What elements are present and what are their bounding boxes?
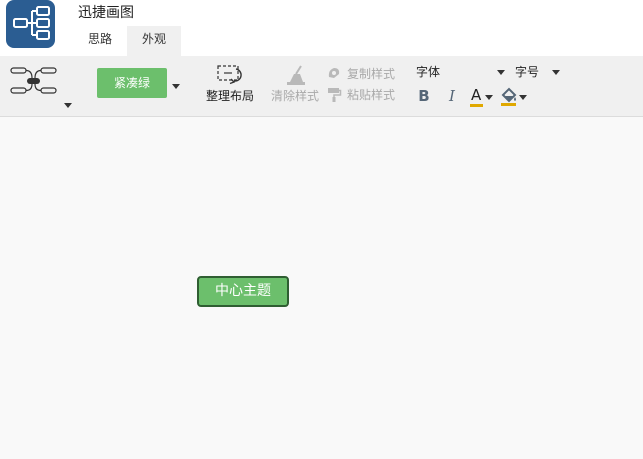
central-topic-node[interactable]: 中心主题 — [197, 276, 289, 307]
clear-style-label: 清除样式 — [270, 89, 319, 103]
chevron-down-icon — [64, 103, 72, 108]
copy-style-icon — [328, 68, 340, 78]
app-title: 迅捷画图 — [78, 5, 134, 21]
italic-button[interactable]: I — [442, 86, 462, 106]
theme-button[interactable]: 紧凑绿 — [97, 68, 167, 98]
font-color-label: A — [471, 86, 482, 104]
paint-bucket-icon — [501, 87, 517, 106]
clear-style-brush-icon — [287, 65, 305, 85]
paste-style-label: 粘贴样式 — [347, 88, 396, 102]
tab-waiguan[interactable]: 外观 — [127, 26, 181, 56]
paint-roller-icon — [328, 88, 342, 102]
app-window: 迅捷画图 思路 外观 紧凑绿 整理布局 清除样式 复制样式 粘贴样式 字体 字号… — [0, 0, 643, 459]
tidy-layout-button[interactable]: 整理布局 — [204, 64, 256, 110]
structure-layout-button[interactable] — [8, 62, 72, 108]
tidy-layout-label: 整理布局 — [205, 89, 254, 103]
fill-color-button[interactable] — [500, 86, 528, 108]
font-size-label: 字号 — [515, 65, 540, 79]
font-color-button[interactable]: A — [468, 86, 494, 108]
paste-style-button[interactable]: 粘贴样式 — [326, 86, 398, 102]
font-color-chevron-down-icon — [485, 95, 493, 100]
mindmap-structure-icon — [10, 67, 57, 94]
font-size-select[interactable]: 字号 — [513, 62, 561, 80]
mindmap-canvas[interactable]: 中心主题 — [0, 117, 643, 459]
font-family-select[interactable]: 字体 — [414, 62, 506, 80]
clear-style-button[interactable]: 清除样式 — [270, 64, 320, 110]
copy-style-label: 复制样式 — [347, 67, 396, 81]
font-color-swatch — [470, 104, 483, 107]
bold-button[interactable]: B — [414, 86, 434, 106]
mindmap-logo-icon — [6, 0, 55, 48]
tidy-layout-icon — [217, 65, 242, 85]
title-bar: 迅捷画图 思路 外观 — [0, 0, 643, 56]
fill-color-chevron-down-icon — [519, 95, 527, 100]
theme-chevron-down-icon[interactable] — [172, 84, 180, 89]
font-chevron-down-icon — [497, 70, 505, 75]
tab-silu[interactable]: 思路 — [76, 26, 124, 56]
size-chevron-down-icon — [552, 70, 560, 75]
copy-style-button[interactable]: 复制样式 — [326, 65, 398, 81]
appearance-toolbar: 紧凑绿 整理布局 清除样式 复制样式 粘贴样式 字体 字号 B I A — [0, 56, 643, 117]
font-family-label: 字体 — [416, 65, 441, 79]
